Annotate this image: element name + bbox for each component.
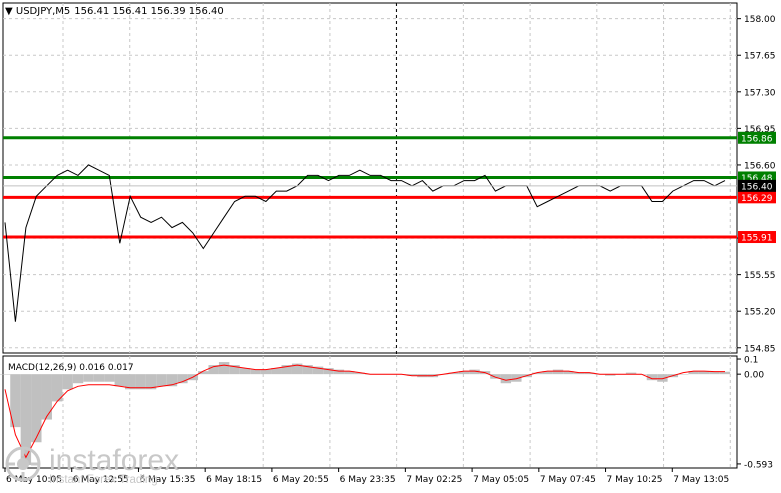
x-tick-label: 7 May 07:45 [540,475,596,485]
y-tick-label: 158.00 [744,15,776,25]
macd-bar [93,374,105,382]
macd-bar [41,374,52,420]
level-label: 156.29 [741,194,773,204]
macd-bar [156,374,167,387]
macd-bar [0,374,11,375]
x-tick-label: 6 May 23:35 [340,475,396,485]
x-tick-label: 7 May 13:05 [673,475,729,485]
y-tick-label: 157.65 [744,52,776,62]
macd-bar [31,374,42,443]
y-tick-label: 155.20 [744,308,776,318]
macd-y-tick-label: 0.1 [744,356,758,366]
macd-bar [72,374,84,384]
chart-root: 158.00157.65157.30156.95156.60155.90155.… [0,0,781,489]
x-tick-label: 7 May 05:05 [473,475,529,485]
macd-bar [260,369,272,375]
level-label: 155.91 [741,234,773,244]
x-tick-label: 6 May 20:55 [273,475,329,485]
y-tick-label: 155.55 [744,271,776,281]
y-tick-label: 156.60 [744,161,776,171]
x-tick-label: 7 May 02:25 [406,475,462,485]
chart-ohlc: 156.41 156.41 156.39 156.40 [74,6,224,17]
macd-bar [218,362,230,375]
macd-bar [83,374,94,382]
instaforex-logo: instaforex Instant Forex Trading [3,444,179,488]
macd-bar [114,374,125,387]
macd-bar [250,369,261,375]
logo-name: instaforex [49,444,180,477]
collapse-arrow-icon: ▼ [5,6,16,17]
macd-bar [709,371,720,375]
macd-y-tick-label: 0.00 [744,371,764,381]
chart-svg: 158.00157.65157.30156.95156.60155.90155.… [0,2,776,485]
current-price-label: 156.40 [741,182,773,192]
macd-bar [552,369,564,375]
x-tick-label: 6 May 18:15 [206,475,262,485]
macd-y-tick-label: -0.593 [744,460,773,470]
level-label: 156.86 [741,134,773,144]
macd-bar [62,374,73,390]
y-tick-label: 157.30 [744,88,776,98]
chart-symbol: USDJPY,M5 [16,6,70,17]
y-tick-label: 154.85 [744,344,776,354]
logo-tagline: Instant Forex Trading [49,474,158,486]
x-tick-label: 7 May 10:25 [607,475,663,485]
macd-bar [104,374,115,382]
chart-header: ▼ USDJPY,M5 156.41 156.41 156.39 156.40 [5,6,224,17]
macd-bar [135,374,146,390]
macd-label: MACD(12,26,9) 0.016 0.017 [8,363,134,373]
macd-bar [678,374,689,375]
macd-bar [719,371,731,375]
instaforex-logo-icon [5,446,41,482]
